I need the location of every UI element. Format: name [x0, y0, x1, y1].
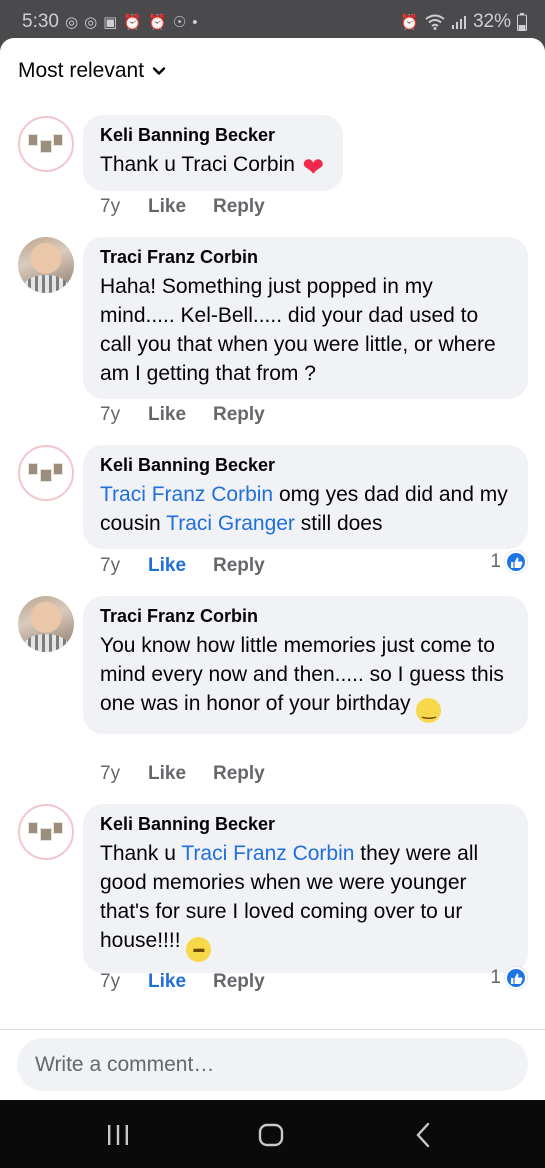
- dot-icon: •: [192, 13, 198, 31]
- mention-link[interactable]: Traci Franz Corbin: [100, 483, 273, 506]
- threads-icon: ◎: [84, 14, 98, 31]
- reply-button[interactable]: Reply: [213, 555, 265, 577]
- reply-button[interactable]: Reply: [213, 196, 265, 218]
- like-reaction-icon: [505, 551, 527, 573]
- like-reaction-icon: [505, 967, 527, 989]
- wifi-icon: [425, 14, 445, 30]
- comment-bubble[interactable]: Traci Franz Corbin Haha! Something just p…: [83, 237, 528, 399]
- comment-timestamp[interactable]: 7y: [100, 971, 148, 993]
- calendar-icon: ▣: [103, 14, 118, 31]
- alarm-icon: ⏰: [400, 14, 419, 31]
- smile-emoji: ‿: [416, 698, 442, 723]
- like-button[interactable]: Like: [148, 555, 213, 577]
- comment-author[interactable]: Traci Franz Corbin: [100, 246, 511, 268]
- comment-actions: 7y Like Reply: [100, 196, 265, 218]
- avatar[interactable]: [18, 596, 74, 652]
- reply-button[interactable]: Reply: [213, 404, 265, 426]
- comment-author[interactable]: Keli Banning Becker: [100, 124, 326, 146]
- sort-dropdown[interactable]: Most relevant: [18, 59, 166, 83]
- comment-timestamp[interactable]: 7y: [100, 555, 148, 577]
- comment-bubble[interactable]: Keli Banning Becker Traci Franz Corbin om…: [83, 445, 528, 549]
- comment-bubble[interactable]: Keli Banning Becker Thank u Traci Franz C…: [83, 804, 528, 973]
- reply-button[interactable]: Reply: [213, 763, 265, 785]
- signal-icon: [451, 16, 466, 29]
- mention-link[interactable]: Traci Granger: [166, 512, 295, 535]
- comment-timestamp[interactable]: 7y: [100, 196, 148, 218]
- back-icon[interactable]: [404, 1120, 444, 1150]
- comment-text: Traci Franz Corbin omg yes dad did and m…: [100, 480, 511, 538]
- avatar[interactable]: [18, 804, 74, 860]
- heart-emoji: ❤: [302, 152, 325, 182]
- comment-author[interactable]: Keli Banning Becker: [100, 454, 511, 476]
- recent-apps-icon[interactable]: [98, 1120, 138, 1150]
- comment-actions: 7y Like Reply: [100, 555, 265, 577]
- comment-text-segment: Thank u: [100, 842, 182, 865]
- grin-emoji: ▬: [186, 937, 212, 962]
- like-button[interactable]: Like: [148, 763, 213, 785]
- comment-text: You know how little memories just come t…: [100, 631, 511, 723]
- reaction-count[interactable]: 1: [490, 967, 527, 989]
- comment-composer[interactable]: [17, 1038, 528, 1091]
- avatar[interactable]: [18, 445, 74, 501]
- mention-link[interactable]: Traci Franz Corbin: [181, 842, 354, 865]
- comment-text: Thank u Traci Franz Corbin they were all…: [100, 839, 511, 962]
- like-button[interactable]: Like: [148, 971, 213, 993]
- comment-text-segment: Thank u Traci Corbin: [100, 153, 301, 176]
- alarm-icon: ⏰: [148, 14, 167, 31]
- battery-icon: [517, 13, 527, 31]
- comment-text: Thank u Traci Corbin ❤: [100, 150, 326, 180]
- composer-divider: [0, 1029, 545, 1030]
- comment-timestamp[interactable]: 7y: [100, 763, 148, 785]
- comment-author[interactable]: Keli Banning Becker: [100, 813, 511, 835]
- comment-input[interactable]: [17, 1038, 528, 1091]
- comment-text: Haha! Something just popped in my mind..…: [100, 272, 511, 388]
- comment-bubble[interactable]: Traci Franz Corbin You know how little me…: [83, 596, 528, 734]
- battery-percent: 32%: [472, 11, 511, 32]
- comments-sheet: Most relevant Keli Banning Becker Thank u…: [0, 38, 545, 1100]
- messenger-icon: ☉: [172, 14, 187, 31]
- like-button[interactable]: Like: [148, 404, 213, 426]
- system-nav-bar: [0, 1100, 545, 1168]
- home-icon[interactable]: [251, 1120, 291, 1150]
- status-time: 5:30: [22, 11, 59, 32]
- comment-text-segment: still does: [294, 512, 383, 535]
- comment-bubble[interactable]: Keli Banning Becker Thank u Traci Corbin …: [83, 115, 343, 191]
- threads-icon: ◎: [64, 14, 79, 31]
- comment-text-segment: You know how little memories just come t…: [100, 634, 504, 715]
- sort-label: Most relevant: [18, 59, 145, 82]
- comment-actions: 7y Like Reply: [100, 404, 265, 426]
- comment-actions: 7y Like Reply: [100, 971, 265, 993]
- comment-actions: 7y Like Reply: [100, 763, 265, 785]
- reaction-count-number: 1: [490, 551, 501, 572]
- chevron-down-icon: [152, 67, 166, 75]
- comment-text-segment: Haha! Something just popped in my mind..…: [100, 275, 496, 385]
- avatar[interactable]: [18, 116, 74, 172]
- comment-author[interactable]: Traci Franz Corbin: [100, 605, 511, 627]
- reaction-count-number: 1: [490, 967, 501, 988]
- reply-button[interactable]: Reply: [213, 971, 265, 993]
- avatar[interactable]: [18, 237, 74, 293]
- alarm-icon: ⏰: [123, 14, 143, 31]
- reaction-count[interactable]: 1: [490, 551, 527, 573]
- like-button[interactable]: Like: [148, 196, 213, 218]
- comment-timestamp[interactable]: 7y: [100, 404, 148, 426]
